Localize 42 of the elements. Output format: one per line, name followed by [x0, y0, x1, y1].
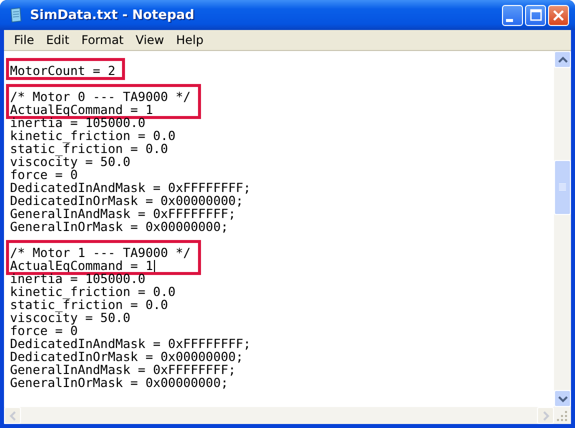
code-line: DedicatedInAndMask = 0xFFFFFFFF;	[10, 337, 251, 350]
window-title: SimData.txt - Notepad	[30, 8, 196, 22]
code-line: ActualEqCommand = 1	[10, 259, 153, 272]
maximize-button[interactable]	[525, 4, 546, 26]
notepad-icon	[8, 7, 24, 23]
code-line: force = 0	[10, 324, 78, 337]
minimize-button[interactable]	[502, 4, 523, 26]
code-line: /* Motor 1 --- TA9000 */	[10, 246, 191, 259]
code-line: viscocity = 50.0	[10, 311, 130, 324]
code-line: DedicatedInOrMask = 0x00000000;	[10, 350, 244, 363]
scroll-up-button[interactable]	[554, 51, 571, 68]
code-line: kinetic_friction = 0.0	[10, 129, 176, 142]
code-line: /* Motor 0 --- TA9000 */	[10, 90, 191, 103]
code-line: GeneralInAndMask = 0xFFFFFFFF;	[10, 363, 236, 376]
code-line: MotorCount = 2	[10, 64, 116, 77]
code-line: GeneralInOrMask = 0x00000000;	[10, 376, 228, 389]
code-line: GeneralInAndMask = 0xFFFFFFFF;	[10, 207, 236, 220]
vertical-scrollbar[interactable]	[554, 51, 571, 407]
code-line: GeneralInOrMask = 0x00000000;	[10, 220, 228, 233]
menu-item[interactable]: Help	[170, 32, 210, 48]
menu-item[interactable]: Format	[75, 32, 130, 48]
code-line: force = 0	[10, 168, 78, 181]
minimize-icon	[506, 18, 513, 22]
code-line: DedicatedInOrMask = 0x00000000;	[10, 194, 244, 207]
code-line: ActualEqCommand = 1	[10, 103, 153, 116]
code-line: static_friction = 0.0	[10, 298, 168, 311]
code-line: inertia = 105000.0	[10, 116, 146, 129]
resize-grip-icon[interactable]	[556, 410, 568, 422]
close-icon	[553, 10, 564, 20]
code-line: DedicatedInAndMask = 0xFFFFFFFF;	[10, 181, 251, 194]
code-line: kinetic_friction = 0.0	[10, 285, 176, 298]
menu-item[interactable]: Edit	[40, 32, 76, 48]
menu-item[interactable]: View	[130, 32, 170, 48]
scroll-thumb[interactable]	[554, 160, 571, 215]
code-line: static_friction = 0.0	[10, 142, 168, 155]
maximize-icon	[530, 9, 542, 21]
menu-item[interactable]: File	[8, 32, 40, 48]
code-line: inertia = 105000.0	[10, 272, 146, 285]
close-button[interactable]	[548, 4, 569, 26]
grip-icon	[559, 183, 566, 192]
scroll-down-button[interactable]	[554, 390, 571, 407]
code-line: viscocity = 50.0	[10, 155, 130, 168]
